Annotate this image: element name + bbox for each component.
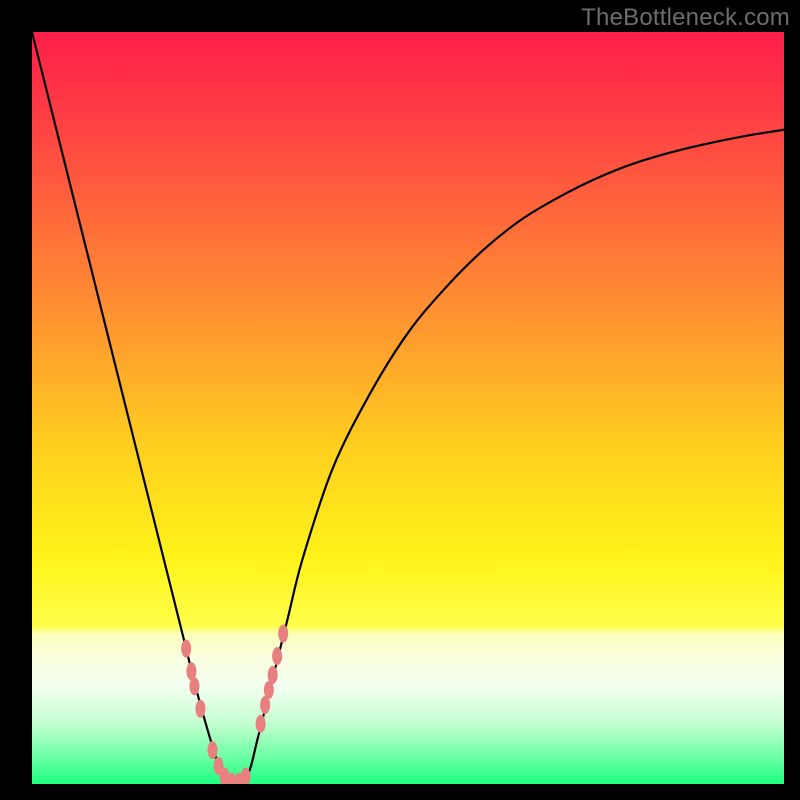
plot-background: [32, 32, 784, 784]
curve-marker: [268, 666, 278, 684]
chart-svg: [0, 0, 800, 800]
curve-marker: [278, 625, 288, 643]
watermark-text: TheBottleneck.com: [581, 4, 790, 32]
curve-marker: [256, 715, 266, 733]
curve-marker: [189, 677, 199, 695]
curve-marker: [272, 647, 282, 665]
curve-marker: [195, 700, 205, 718]
curve-marker: [181, 640, 191, 658]
curve-marker: [207, 741, 217, 759]
outer-frame: TheBottleneck.com: [0, 0, 800, 800]
curve-marker: [241, 767, 251, 785]
